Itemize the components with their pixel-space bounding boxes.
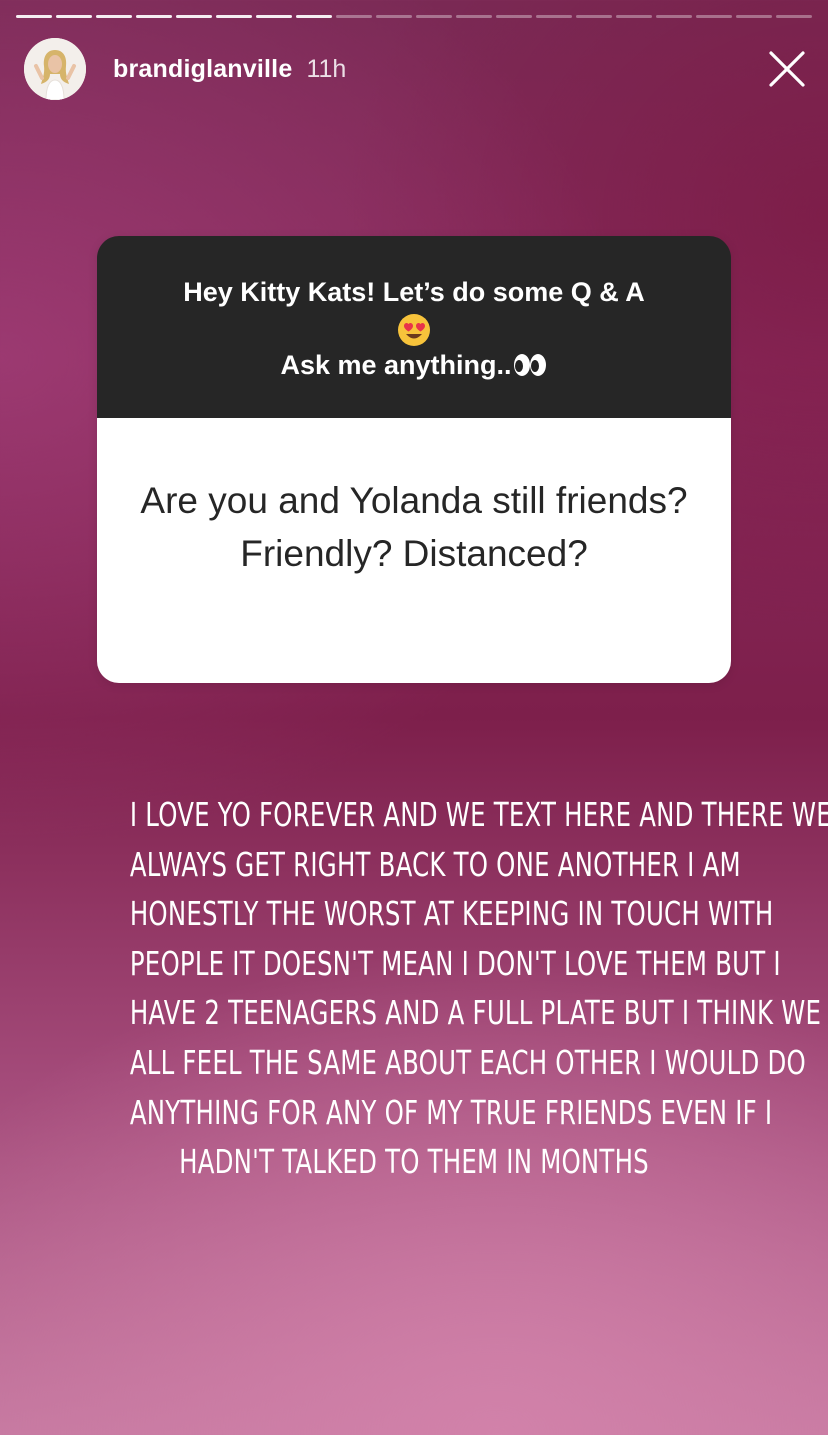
post-time: 11h [306, 54, 347, 83]
progress-segment [496, 15, 532, 18]
prompt-line-3-text: Ask me anything.. [280, 349, 512, 380]
progress-segment [136, 15, 172, 18]
progress-segment [736, 15, 772, 18]
question-sticker-prompt: Hey Kitty Kats! Let’s do some Q & A Ask … [97, 236, 731, 418]
answer-line: ANYTHING FOR ANY OF MY TRUE FRIENDS EVEN… [129, 1092, 773, 1132]
username[interactable]: brandiglanville [113, 55, 292, 84]
prompt-emoji-line [97, 310, 731, 347]
question-text: Are you and Yolanda still friends? Frien… [97, 418, 731, 683]
progress-segment [456, 15, 492, 18]
progress-segment [696, 15, 732, 18]
answer-line: ALL FEEL THE SAME ABOUT EACH OTHER I WOU… [129, 1042, 806, 1082]
progress-segment [376, 15, 412, 18]
question-sticker[interactable]: Hey Kitty Kats! Let’s do some Q & A Ask … [97, 236, 731, 683]
story-header: brandiglanville 11h [24, 38, 812, 100]
answer-line: HONESTLY THE WORST AT KEEPING IN TOUCH W… [129, 894, 774, 934]
progress-segment [256, 15, 292, 18]
close-button[interactable] [768, 50, 806, 88]
answer-line: PEOPLE IT DOESN'T MEAN I DON'T LOVE THEM… [129, 943, 781, 983]
progress-segment [56, 15, 92, 18]
progress-segment [176, 15, 212, 18]
progress-segment [216, 15, 252, 18]
progress-segment [616, 15, 652, 18]
progress-segment [656, 15, 692, 18]
answer-line: ALWAYS GET RIGHT BACK TO ONE ANOTHER I A… [129, 844, 741, 884]
progress-segment [16, 15, 52, 18]
prompt-line-1: Hey Kitty Kats! Let’s do some Q & A [183, 277, 645, 307]
progress-segment [416, 15, 452, 18]
avatar-photo [24, 38, 86, 100]
avatar[interactable] [24, 38, 86, 100]
progress-segment [296, 15, 332, 18]
eyes-emoji-icon [513, 353, 546, 376]
answer-line: HADN'T TALKED TO THEM IN MONTHS [179, 1142, 649, 1182]
story-progress-bar [16, 15, 812, 19]
close-icon [769, 51, 805, 87]
answer-text: I LOVE YO FOREVER AND WE TEXT HERE AND T… [129, 790, 828, 1187]
heart-eyes-emoji-icon [398, 313, 430, 346]
answer-line: HAVE 2 TEENAGERS AND A FULL PLATE BUT I … [129, 993, 822, 1033]
prompt-line-3: Ask me anything.. [97, 347, 731, 383]
answer-line: I LOVE YO FOREVER AND WE TEXT HERE AND T… [129, 795, 828, 834]
progress-segment [96, 15, 132, 18]
progress-segment [536, 15, 572, 18]
progress-segment [576, 15, 612, 18]
progress-segment [776, 15, 812, 18]
progress-segment [336, 15, 372, 18]
